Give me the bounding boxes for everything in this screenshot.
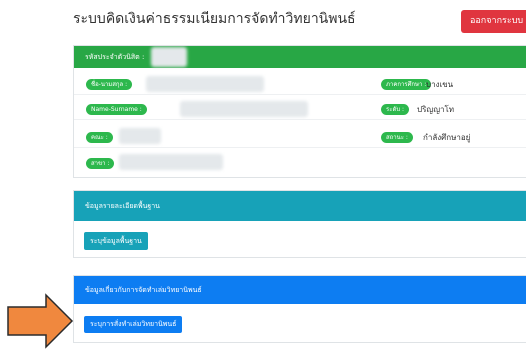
basic-info-panel: ข้อมูลรายละเอียดพื้นฐาน ระบุข้อมูลพื้นฐา… [73,190,526,258]
specify-thesis-order-button[interactable]: ระบุการสั่งทำเล่มวิทยานิพนธ์ [84,316,183,333]
thesis-panel: ข้อมูลเกี่ยวกับการจัดทำเล่มวิทยานิพนธ์ ร… [73,275,526,343]
logout-button[interactable]: ออกจากระบบ [461,10,526,33]
name-en-value-redacted [180,101,308,117]
name-th-badge: ชื่อ-นามสกุล : [86,79,133,90]
status-badge: สถานะ : [381,132,413,143]
page-title: ระบบคิดเงินค่าธรรมเนียมการจัดทำวิทยานิพน… [73,11,356,27]
status-value: กำลังศึกษาอยู่ [423,133,471,142]
right-arrow-icon [6,293,74,353]
specify-basic-info-button[interactable]: ระบุข้อมูลพื้นฐาน [84,232,148,250]
student-info-header: รหัสประจำตัวนิสิต : [74,46,526,68]
basic-info-header: ข้อมูลรายละเอียดพื้นฐาน [74,191,526,221]
student-id-value-redacted [150,47,187,67]
level-badge: ระดับ : [381,104,410,115]
name-en-badge: Name-Surname : [86,104,147,115]
level-value: ปริญญาโท [417,105,455,114]
faculty-badge: คณะ : [86,132,113,143]
row-divider [74,147,526,148]
program-value: บางเขน [426,80,454,89]
name-th-value-redacted [146,76,264,92]
row-divider [74,94,526,95]
faculty-value-redacted [119,128,161,144]
row-divider [74,119,526,120]
student-id-label: รหัสประจำตัวนิสิต : [85,53,145,61]
major-badge: สาขา : [86,158,115,169]
thesis-header: ข้อมูลเกี่ยวกับการจัดทำเล่มวิทยานิพนธ์ [74,276,526,304]
major-value-redacted [119,154,223,170]
program-badge: ภาคการศึกษา : [381,79,432,90]
student-info-panel: รหัสประจำตัวนิสิต : ชื่อ-นามสกุล : ภาคกา… [73,45,526,178]
